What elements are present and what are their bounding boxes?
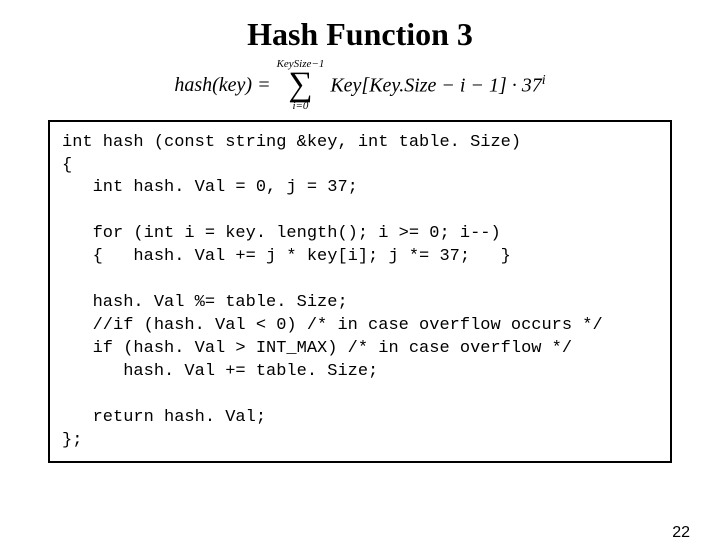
- hash-formula: hash(key) = KeySize−1 ∑ i=0 Key[Key.Size…: [0, 59, 720, 112]
- code-line: int hash (const string &key, int table. …: [62, 133, 521, 152]
- page-number: 22: [672, 524, 690, 542]
- code-line: { hash. Val += j * key[i]; j *= 37; }: [62, 247, 511, 266]
- sigma-block: KeySize−1 ∑ i=0: [277, 59, 325, 112]
- code-line: {: [62, 156, 72, 175]
- slide-title: Hash Function 3: [0, 16, 720, 53]
- code-line: };: [62, 431, 82, 450]
- code-line: hash. Val %= table. Size;: [62, 293, 348, 312]
- code-line: if (hash. Val > INT_MAX) /* in case over…: [62, 339, 572, 358]
- sigma-lower: i=0: [292, 101, 308, 112]
- formula-rhs: Key[Key.Size − i − 1] · 37i: [330, 73, 545, 98]
- formula-rhs-exp: i: [542, 73, 546, 88]
- code-line: hash. Val += table. Size;: [62, 362, 378, 381]
- formula-rhs-base: Key[Key.Size − i − 1] · 37: [330, 75, 541, 97]
- code-line: int hash. Val = 0, j = 37;: [62, 178, 358, 197]
- code-line: return hash. Val;: [62, 408, 266, 427]
- code-line: for (int i = key. length(); i >= 0; i--): [62, 224, 501, 243]
- code-line: //if (hash. Val < 0) /* in case overflow…: [62, 316, 603, 335]
- sigma-symbol: ∑: [288, 70, 312, 101]
- formula-lhs: hash(key) =: [174, 74, 270, 97]
- code-listing: int hash (const string &key, int table. …: [48, 120, 672, 463]
